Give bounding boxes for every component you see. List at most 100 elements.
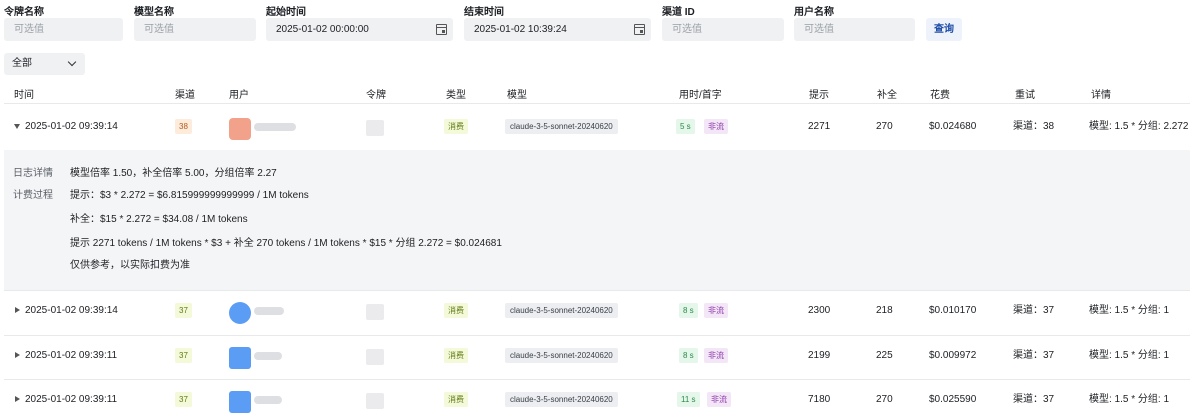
row-channel: 37 [175, 293, 192, 329]
column-header-retry: 重试 [1015, 90, 1035, 101]
row-detail: 模型: 1.5 * 分组: 2.272 [1089, 121, 1189, 132]
channel-tag: 38 [175, 118, 192, 134]
row-stream: 非流 [704, 109, 728, 145]
billing-label: 计费过程 [13, 190, 53, 201]
type-select[interactable]: 全部 [4, 53, 85, 75]
row-stream: 非流 [707, 382, 731, 418]
stream-tag: 非流 [704, 302, 728, 318]
column-header-detail: 详情 [1091, 90, 1111, 101]
start-time-value: 2025-01-02 00:00:00 [276, 24, 369, 35]
row-type: 消费 [444, 382, 468, 418]
row-divider [4, 379, 1190, 380]
token-blurred [366, 349, 384, 365]
filter-channel-label: 渠道 ID [662, 7, 695, 18]
row-time: 2025-01-02 09:39:11 [25, 350, 118, 361]
collapse-icon[interactable] [14, 124, 20, 129]
filter-model-input[interactable]: 可选值 [134, 18, 256, 41]
row-model: claude-3-5-sonnet-20240620 [505, 109, 618, 145]
model-tag: claude-3-5-sonnet-20240620 [505, 391, 618, 407]
query-button[interactable]: 查询 [926, 18, 962, 41]
table-row[interactable]: 2025-01-02 09:39:14 38 消费 claude-3-5-son… [4, 109, 1190, 145]
row-channel: 38 [175, 109, 192, 145]
channel-tag: 37 [175, 391, 192, 407]
column-header-model: 模型 [507, 90, 527, 101]
row-cost: $0.024680 [929, 121, 977, 132]
type-tag: 消费 [444, 118, 468, 134]
type-tag: 消费 [444, 347, 468, 363]
type-tag: 消费 [444, 391, 468, 407]
row-divider [4, 335, 1190, 336]
row-duration: 8 s [679, 338, 698, 374]
type-tag: 消费 [444, 302, 468, 318]
log-detail-text: 模型倍率 1.50，补全倍率 5.00，分组倍率 2.27 [70, 168, 277, 179]
row-cost: $0.025590 [929, 394, 977, 405]
user-name-blurred [254, 307, 284, 315]
row-completion: 218 [876, 305, 893, 316]
table-row[interactable]: 2025-01-02 09:39:11 37 消费 claude-3-5-son… [4, 338, 1190, 374]
table-row[interactable]: 2025-01-02 09:39:14 37 消费 claude-3-5-son… [4, 293, 1190, 329]
column-header-channel: 渠道 [175, 90, 195, 101]
expand-icon[interactable] [15, 352, 20, 358]
row-duration: 5 s [676, 109, 695, 145]
column-header-time: 时间 [14, 90, 34, 101]
filter-start-input[interactable]: 2025-01-02 00:00:00 [266, 18, 453, 41]
row-retry: 渠道：38 [1013, 121, 1055, 132]
filter-token-input[interactable]: 可选值 [4, 18, 123, 41]
row-prompt: 2199 [808, 350, 831, 361]
billing-line-note: 仅供参考，以实际扣费为准 [70, 260, 190, 271]
row-cost: $0.010170 [929, 305, 977, 316]
row-detail: 模型: 1.5 * 分组: 1 [1089, 394, 1170, 405]
row-type: 消费 [444, 293, 468, 329]
model-tag: claude-3-5-sonnet-20240620 [505, 118, 618, 134]
duration-tag: 8 s [679, 302, 698, 318]
filter-channel-input[interactable]: 可选值 [662, 18, 784, 41]
row-prompt: 7180 [808, 394, 831, 405]
filter-user-label: 用户名称 [794, 7, 834, 18]
model-tag: claude-3-5-sonnet-20240620 [505, 302, 618, 318]
billing-line-prompt: 提示：$3 * 2.272 = $6.815999999999999 / 1M … [70, 190, 309, 201]
token-blurred [366, 393, 384, 409]
stream-tag: 非流 [704, 347, 728, 363]
row-detail: 模型: 1.5 * 分组: 1 [1089, 350, 1170, 361]
expand-icon[interactable] [15, 396, 20, 402]
chevron-down-icon [67, 57, 77, 67]
user-name-blurred [254, 123, 296, 131]
row-prompt: 2300 [808, 305, 831, 316]
expand-icon[interactable] [15, 307, 20, 313]
end-time-value: 2025-01-02 10:39:24 [474, 24, 567, 35]
user-name-blurred [254, 396, 282, 404]
row-stream: 非流 [704, 293, 728, 329]
column-header-completion: 补全 [877, 90, 897, 101]
user-name-blurred [254, 352, 282, 360]
row-cost: $0.009972 [929, 350, 977, 361]
row-duration: 11 s [677, 382, 700, 418]
filter-end-label: 结束时间 [464, 7, 504, 18]
duration-tag: 8 s [679, 347, 698, 363]
row-channel: 37 [175, 382, 192, 418]
billing-line-completion: 补全：$15 * 2.272 = $34.08 / 1M tokens [70, 214, 248, 225]
row-type: 消费 [444, 109, 468, 145]
user-avatar [229, 118, 251, 140]
filter-end-input[interactable]: 2025-01-02 10:39:24 [464, 18, 651, 41]
column-header-user: 用户 [229, 90, 249, 101]
row-retry: 渠道：37 [1013, 350, 1055, 361]
user-avatar [229, 391, 251, 413]
column-header-type: 类型 [446, 90, 466, 101]
row-time: 2025-01-02 09:39:14 [25, 121, 118, 132]
row-model: claude-3-5-sonnet-20240620 [505, 293, 618, 329]
user-avatar [229, 302, 251, 324]
column-header-token: 令牌 [366, 90, 386, 101]
filter-model-label: 模型名称 [134, 7, 174, 18]
column-header-prompt: 提示 [809, 90, 829, 101]
row-retry: 渠道：37 [1013, 305, 1055, 316]
filter-start-label: 起始时间 [266, 7, 306, 18]
row-prompt: 2271 [808, 121, 831, 132]
duration-tag: 5 s [676, 118, 695, 134]
table-row[interactable]: 2025-01-02 09:39:11 37 消费 claude-3-5-son… [4, 382, 1190, 418]
row-completion: 270 [876, 121, 893, 132]
row-retry: 渠道：37 [1013, 394, 1055, 405]
stream-tag: 非流 [707, 391, 731, 407]
filter-user-input[interactable]: 可选值 [794, 18, 915, 41]
duration-tag: 11 s [677, 391, 700, 407]
user-avatar [229, 347, 251, 369]
